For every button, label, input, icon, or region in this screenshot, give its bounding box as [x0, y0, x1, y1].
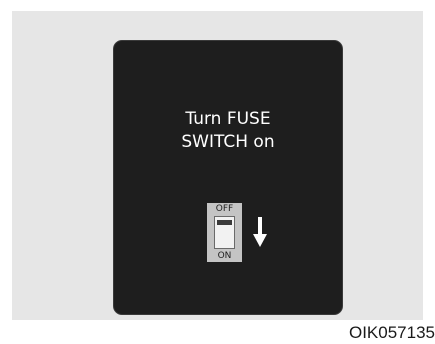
figure-code: OIK057135 — [348, 323, 435, 342]
fuse-switch-message: Turn FUSE SWITCH on — [114, 108, 342, 154]
switch-off-label: OFF — [215, 204, 234, 214]
message-line-1: Turn FUSE — [185, 109, 271, 129]
arrow-down-icon — [253, 217, 267, 247]
switch-on-label: ON — [217, 251, 232, 261]
fuse-switch-icon: OFF ON — [207, 203, 242, 262]
message-line-2: SWITCH on — [181, 132, 275, 152]
cluster-display: Turn FUSE SWITCH on OFF ON — [113, 40, 343, 315]
switch-lever — [214, 216, 235, 249]
